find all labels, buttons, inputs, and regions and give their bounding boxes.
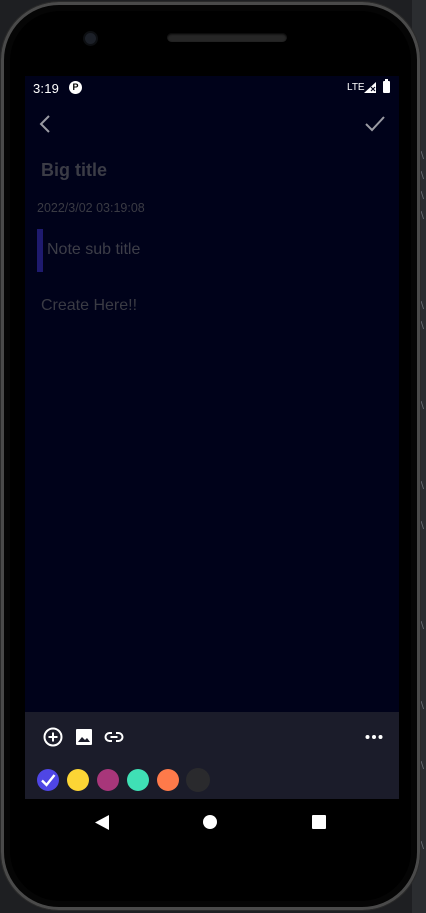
note-title-field[interactable]: Big title xyxy=(41,160,371,181)
earpiece-speaker xyxy=(167,33,287,42)
chevron-left-icon xyxy=(39,115,50,133)
note-timestamp: 2022/3/02 03:19:08 xyxy=(37,201,145,215)
front-camera xyxy=(85,33,96,44)
add-button[interactable] xyxy=(42,726,64,748)
color-swatch-purple[interactable] xyxy=(37,769,59,791)
system-navigation-bar xyxy=(1,799,420,849)
app-notification-icon: P xyxy=(69,81,82,94)
add-circle-icon xyxy=(43,727,63,747)
add-link-button[interactable] xyxy=(103,726,125,748)
nav-home-button[interactable] xyxy=(203,815,217,829)
color-swatch-orange[interactable] xyxy=(157,769,179,791)
note-toolbar xyxy=(25,712,399,799)
add-image-button[interactable] xyxy=(73,726,95,748)
image-icon xyxy=(76,729,92,745)
battery-icon xyxy=(383,79,390,93)
color-swatch-teal[interactable] xyxy=(127,769,149,791)
color-swatch-yellow[interactable] xyxy=(67,769,89,791)
back-button[interactable] xyxy=(35,112,57,136)
nav-recents-button[interactable] xyxy=(312,815,326,829)
color-swatch-magenta[interactable] xyxy=(97,769,119,791)
color-swatch-dark[interactable] xyxy=(186,768,210,792)
note-subtitle-field[interactable]: Note sub title xyxy=(47,241,140,259)
subtitle-accent-bar xyxy=(37,229,43,272)
status-bar: 3:19 P LTE xyxy=(25,76,399,100)
more-options-button[interactable] xyxy=(363,726,385,748)
signal-icon xyxy=(364,82,376,93)
nav-back-button[interactable] xyxy=(94,814,110,831)
status-time: 3:19 xyxy=(33,81,60,96)
back-triangle-icon xyxy=(95,815,109,830)
check-icon xyxy=(365,116,385,132)
more-horizontal-icon xyxy=(365,735,383,739)
check-icon xyxy=(41,774,56,787)
network-type: LTE xyxy=(347,82,365,93)
phone-frame: 3:19 P LTE Big title 2022/3/02 03:19:08 … xyxy=(1,2,420,910)
note-body-field[interactable]: Create Here!! xyxy=(41,297,137,315)
link-icon xyxy=(104,732,124,742)
app-screen: 3:19 P LTE Big title 2022/3/02 03:19:08 … xyxy=(25,76,399,799)
save-note-button[interactable] xyxy=(363,112,387,136)
